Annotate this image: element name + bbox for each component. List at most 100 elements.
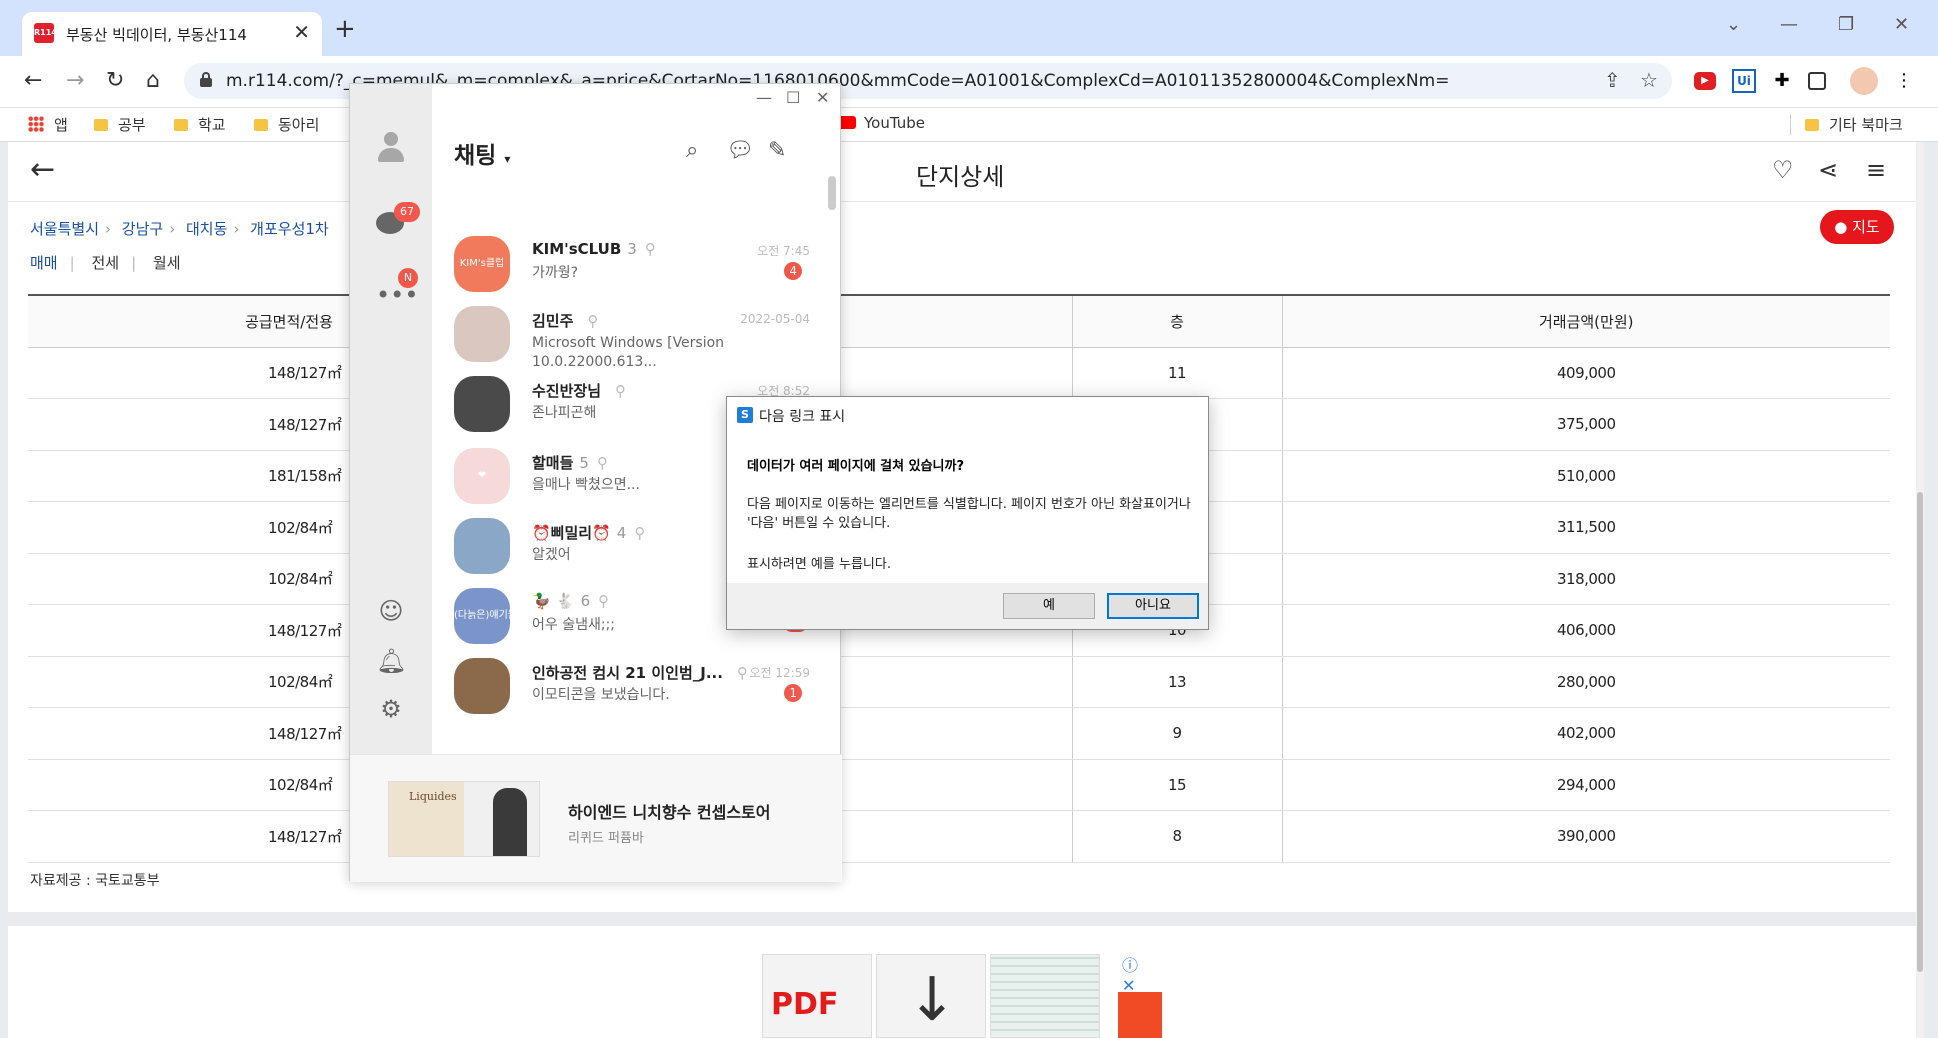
bookmark-other[interactable]: 기타 북마크 <box>1790 114 1903 135</box>
side-panel-icon[interactable] <box>1808 72 1826 90</box>
dialog-titlebar: S 다음 링크 표시 <box>727 397 1208 433</box>
download-arrow-icon: ↓ <box>907 965 958 1035</box>
chat-close-icon[interactable]: ✕ <box>816 88 829 107</box>
open-chat-icon[interactable]: 💬︎ <box>726 138 754 163</box>
no-button[interactable]: 아니요 <box>1107 593 1199 619</box>
uipath-extension-icon[interactable]: Ui <box>1732 69 1756 93</box>
bookmark-star-icon[interactable]: ☆ <box>1640 68 1658 92</box>
chat-scroll-thumb[interactable] <box>828 176 836 210</box>
ad-download-tile[interactable]: ↓ <box>876 954 986 1038</box>
lock-icon[interactable] <box>200 72 212 87</box>
forward-icon[interactable]: → <box>66 68 84 93</box>
minimize-icon[interactable]: — <box>1780 14 1798 35</box>
home-icon[interactable]: ⌂ <box>146 68 160 93</box>
share-icon[interactable]: ⇪ <box>1604 68 1621 92</box>
table-header-row: 공급면적/전용 계약년월 층 거래금액(만원) <box>28 294 1890 348</box>
share-icon[interactable]: ⋖ <box>1818 156 1838 184</box>
window-close-icon[interactable]: ✕ <box>1894 14 1909 35</box>
chat-room-name: 할매들 5 ⚲ <box>532 454 608 472</box>
bookmark-folder-club[interactable]: 동아리 <box>254 114 319 135</box>
cell-price: 409,000 <box>1281 347 1890 399</box>
new-tab-icon[interactable]: + <box>334 14 356 44</box>
restore-icon[interactable]: ❐ <box>1838 14 1854 35</box>
breadcrumb-dong[interactable]: 대치동 <box>186 220 227 238</box>
chrome-menu-icon[interactable]: ⋮ <box>1892 69 1916 93</box>
dialog-heading: 데이터가 여러 페이지에 걸쳐 있습니까? <box>747 459 965 474</box>
page-scroll-thumb[interactable] <box>1917 492 1923 972</box>
ad-pattern-tile[interactable] <box>990 954 1100 1038</box>
section-divider <box>8 912 1916 926</box>
cell-price: 294,000 <box>1281 759 1890 811</box>
breadcrumb-district[interactable]: 강남구 <box>122 220 163 238</box>
chat-time: 2022-05-04 <box>740 312 810 326</box>
chat-room-name: ⏰삐밀리⏰ 4 ⚲ <box>532 524 646 542</box>
chat-maximize-icon[interactable]: ☐ <box>786 88 800 107</box>
new-chat-icon[interactable]: ✎ <box>768 138 786 163</box>
cell-price: 280,000 <box>1281 656 1890 708</box>
back-icon[interactable]: ← <box>24 68 42 93</box>
chat-avatar <box>454 376 510 432</box>
reload-icon[interactable]: ↻ <box>106 68 124 93</box>
folder-icon <box>94 119 108 131</box>
next-link-dialog: S 다음 링크 표시 데이터가 여러 페이지에 걸쳐 있습니까? 다음 페이지로… <box>726 396 1209 630</box>
ad-pdf-tile[interactable]: PDF <box>762 954 872 1038</box>
r114-favicon-icon: R114 <box>34 23 57 43</box>
bookmark-folder-school[interactable]: 학교 <box>174 114 226 135</box>
bookmark-apps[interactable]: 앱 <box>28 114 68 135</box>
chat-title[interactable]: 채팅 ▾ <box>454 136 510 170</box>
caret-down-icon: ▾ <box>504 152 511 166</box>
friends-icon[interactable] <box>376 132 406 164</box>
browser-tab[interactable]: R114 부동산 빅데이터, 부동산114 ✕ <box>22 12 322 56</box>
browser-titlebar: R114 부동산 빅데이터, 부동산114 ✕ + ⌄ — ❐ ✕ <box>0 0 1938 56</box>
breadcrumb-complex[interactable]: 개포우성1차 <box>250 220 329 238</box>
notification-bell-icon[interactable]: 🔔︎ <box>376 646 406 676</box>
chat-avatar: KIM's클럽 <box>454 236 510 292</box>
emoticon-icon[interactable]: ☺ <box>376 596 406 626</box>
ad-close-icon[interactable]: ⓘ ✕ <box>1122 952 1138 995</box>
dialog-prompt: 표시하려면 예를 누릅니다. <box>747 557 891 572</box>
cell-floor: 11 <box>1071 347 1282 399</box>
data-source: 자료제공 : 국토교통부 <box>30 873 160 889</box>
chat-room-item[interactable]: 인하공전 컴시 21 이인범_J... ⚲ 이모티콘을 보냈습니다. 오전 12:… <box>432 658 822 746</box>
bookmark-folder-study[interactable]: 공부 <box>94 114 146 135</box>
chat-time: 오전 12:59 <box>749 666 810 680</box>
tab-sale[interactable]: 매매 <box>30 254 58 272</box>
search-icon[interactable]: ⌕ <box>686 138 698 163</box>
menu-hamburger-icon[interactable]: ≡ <box>1866 156 1886 184</box>
page-back-icon[interactable]: ← <box>30 152 55 187</box>
cell-price: 510,000 <box>1281 450 1890 502</box>
tab-close-icon[interactable]: ✕ <box>293 20 310 44</box>
dialog-title: 다음 링크 표시 <box>759 409 846 425</box>
tab-search-icon[interactable]: ⌄ <box>1726 14 1741 35</box>
bookmark-youtube[interactable]: YouTube <box>838 114 925 132</box>
favorite-heart-icon[interactable]: ♡ <box>1772 156 1794 184</box>
yes-button[interactable]: 예 <box>1003 593 1095 619</box>
chat-count-badge: 67 <box>394 202 420 222</box>
youtube-extension-icon[interactable]: ▶ <box>1694 72 1716 90</box>
tab-monthly[interactable]: 월세 <box>153 254 181 272</box>
folder-icon <box>254 119 268 131</box>
extensions-puzzle-icon[interactable]: ✚ <box>1770 69 1794 93</box>
settings-gear-icon[interactable]: ⚙ <box>376 694 406 724</box>
pin-icon: ⚲ <box>644 240 656 258</box>
deal-type-tabs: 매매 | 전세 | 월세 <box>30 254 181 272</box>
table-row: 102/84㎡2021.0713280,000 <box>28 656 1890 708</box>
chat-time: 오전 7:45 <box>757 244 810 258</box>
profile-avatar[interactable] <box>1850 67 1878 95</box>
chat-last-message: 을매나 빡쳤으면... <box>532 477 640 493</box>
tab-jeonse[interactable]: 전세 <box>91 254 119 272</box>
chat-last-message: 가까웡? <box>532 265 579 281</box>
chat-avatar <box>454 306 510 362</box>
chat-avatar <box>454 518 510 574</box>
folder-icon <box>174 119 188 131</box>
ad-model-image <box>493 788 527 856</box>
ad-perfume-image: Liquides <box>388 781 540 857</box>
cell-floor: 8 <box>1071 810 1282 863</box>
cell-price: 318,000 <box>1281 553 1890 605</box>
breadcrumb-city[interactable]: 서울특별시 <box>30 220 99 238</box>
map-button[interactable]: ● 지도 <box>1820 210 1894 244</box>
chat-sidebar: 67 ••• N ☺ 🔔︎ ⚙ <box>350 84 432 754</box>
chat-ad-banner[interactable]: Liquides 하이엔드 니치향수 컨셉스토어 리퀴드 퍼퓸바 <box>350 754 842 882</box>
ad-logo-icon[interactable] <box>1118 992 1162 1038</box>
chat-minimize-icon[interactable]: — <box>756 88 772 107</box>
